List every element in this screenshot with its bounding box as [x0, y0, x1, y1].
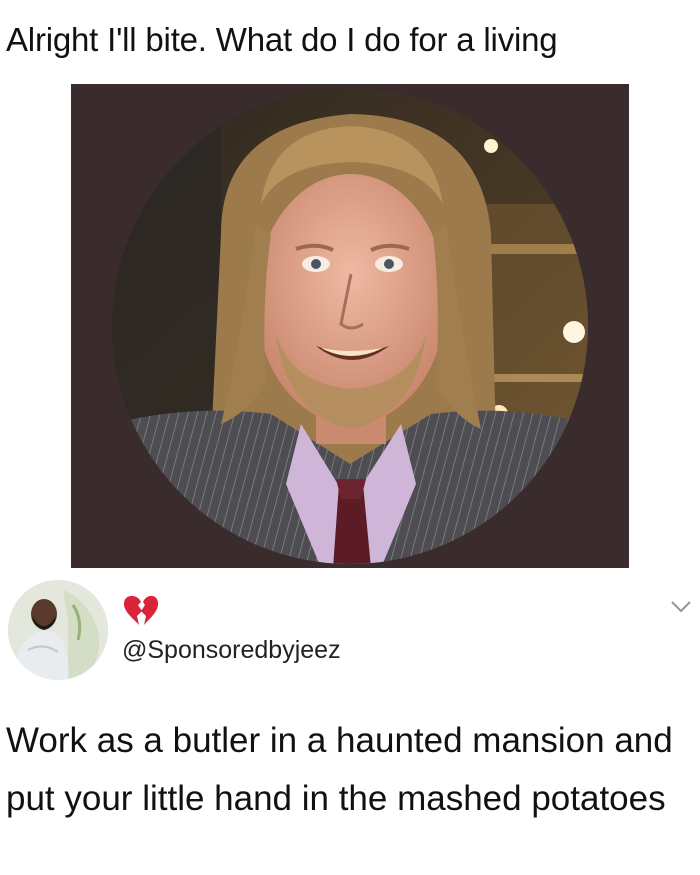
portrait-illustration: [112, 88, 588, 564]
post-caption: Alright I'll bite. What do I do for a li…: [6, 21, 558, 58]
user-handle[interactable]: @Sponsoredbyjeez: [122, 634, 341, 666]
reply-text: Work as a butler in a haunted mansion an…: [6, 721, 673, 818]
chevron-down-icon[interactable]: [670, 600, 692, 614]
avatar-illustration: [8, 580, 108, 680]
broken-heart-icon: [123, 595, 159, 625]
portrait-photo: [71, 84, 629, 568]
user-avatar-photo[interactable]: [8, 580, 108, 680]
